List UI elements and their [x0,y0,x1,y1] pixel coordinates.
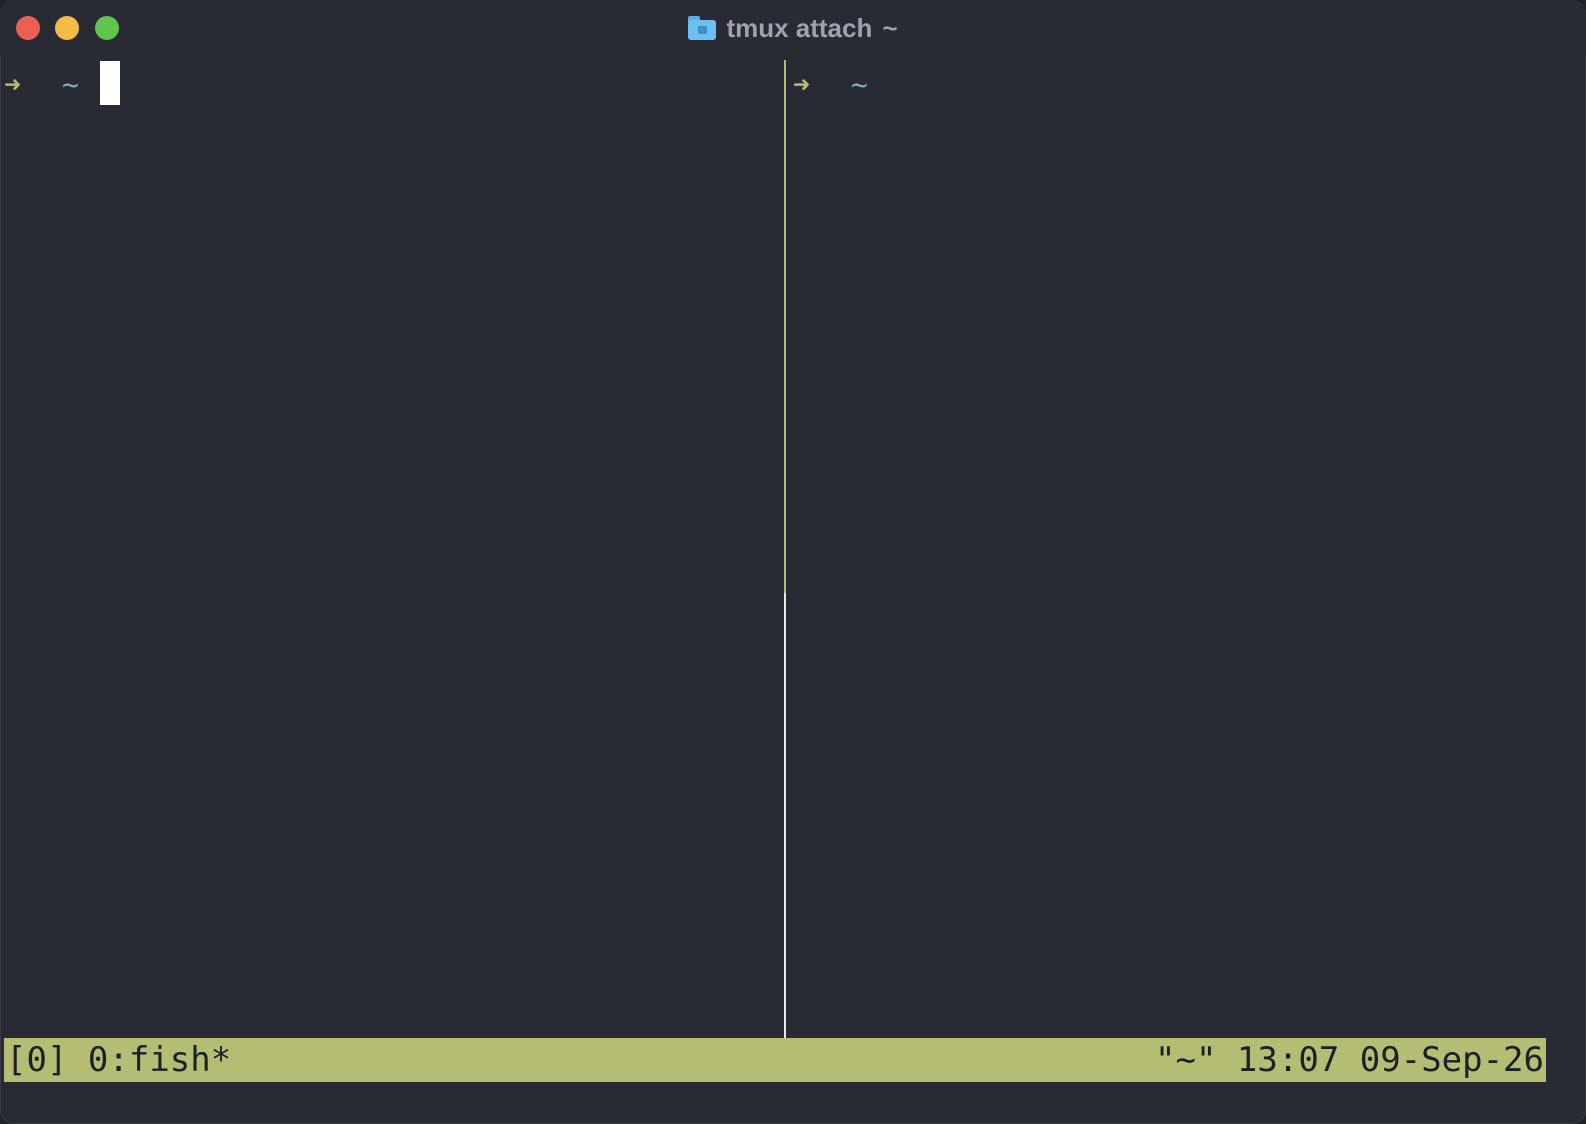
window-list-item[interactable]: 0:fish* [88,1040,231,1080]
pane-divider-active[interactable] [784,60,786,593]
pane-title: "~" [1155,1040,1217,1080]
prompt-arrow-icon: ➜ [4,67,21,101]
window-title: tmux attach ~ [0,0,1586,56]
zoom-button[interactable] [95,16,119,40]
session-index: [0] [6,1040,68,1080]
window-title-suffix: ~ [882,12,898,43]
text-cursor [100,61,120,105]
title-bar[interactable]: tmux attach ~ [0,0,1586,56]
pane-left[interactable]: ➜ ~ [0,60,784,1036]
prompt-line: ➜ ~ [4,61,120,105]
status-left: [0] 0:fish* [6,1040,231,1080]
status-time: 13:07 [1236,1040,1340,1080]
pane-right[interactable]: ➜ ~ [789,60,1586,1036]
prompt-line: ➜ ~ [793,64,871,104]
home-folder-icon [688,16,717,40]
prompt-cwd: ~ [851,67,868,101]
status-date: 09-Sep-26 [1359,1040,1544,1080]
tmux-status-bar: [0] 0:fish* "~" 13:07 09-Sep-26 [4,1038,1546,1082]
terminal-window: tmux attach ~ ➜ ~ ➜ ~ [0] 0:fish* "~" 13 [0,0,1586,1124]
pane-divider[interactable] [784,593,786,1038]
minimize-button[interactable] [55,16,79,40]
status-right: "~" 13:07 09-Sep-26 [1155,1040,1544,1080]
prompt-cwd: ~ [62,67,79,101]
window-title-text: tmux attach [726,12,873,43]
close-button[interactable] [16,16,40,40]
prompt-arrow-icon: ➜ [793,67,810,101]
